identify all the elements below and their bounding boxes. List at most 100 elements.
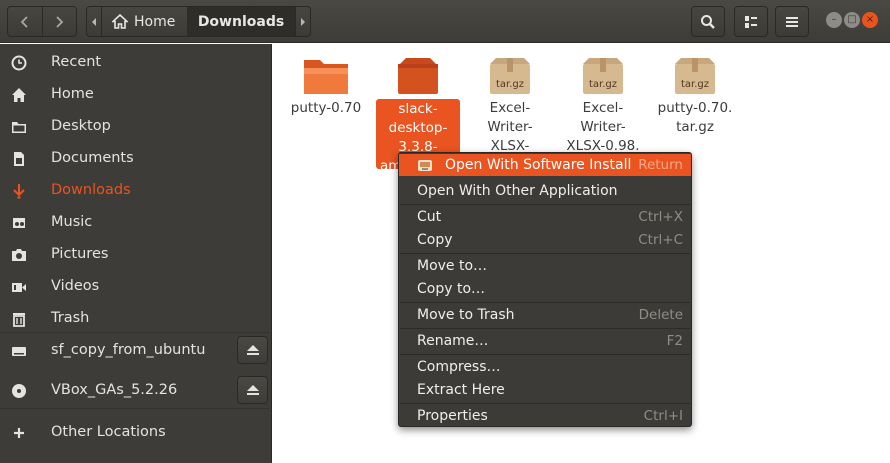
forward-button[interactable]	[41, 7, 77, 36]
drive-icon	[10, 342, 27, 359]
breadcrumb-home-label: Home	[134, 13, 176, 30]
file-name-line: tar.gz	[676, 119, 714, 135]
sidebar-item-label: Desktop	[51, 118, 111, 134]
sidebar-item-other-locations[interactable]: Other Locations	[0, 418, 272, 446]
sidebar-item-label: VBox_GAs_5.2.26	[51, 382, 178, 398]
archive-icon: tar.gz	[583, 58, 623, 94]
menu-item-copy[interactable]: Copy Ctrl+C	[399, 229, 691, 251]
sidebar-item-recent[interactable]: Recent	[0, 48, 272, 76]
menu-item-label: Move to Trash	[417, 307, 515, 323]
close-icon: ×	[865, 14, 875, 25]
context-menu: Open With Software Install Return Open W…	[398, 152, 692, 427]
menu-item-rename[interactable]: Rename… F2	[399, 330, 691, 352]
sidebar-item-videos[interactable]: Videos	[0, 272, 272, 300]
sidebar-item-label: sf_copy_from_ubuntu	[51, 342, 206, 358]
file-item[interactable]: putty-0.70	[280, 56, 372, 118]
minimize-icon: –	[831, 14, 837, 25]
menu-item-open-with-other[interactable]: Open With Other Application	[399, 180, 691, 202]
view-options-button[interactable]	[734, 6, 768, 37]
trash-icon	[10, 310, 27, 327]
minimize-button[interactable]: –	[826, 12, 842, 28]
sidebar-item-desktop[interactable]: Desktop	[0, 112, 272, 140]
menu-item-shortcut: Ctrl+X	[638, 209, 683, 225]
menu-separator	[400, 403, 690, 404]
menu-item-label: Rename…	[417, 333, 489, 349]
menu-item-move-to-trash[interactable]: Move to Trash Delete	[399, 304, 691, 326]
search-icon	[701, 14, 715, 29]
plus-icon	[10, 424, 27, 441]
folder-icon	[10, 118, 27, 135]
menu-item-shortcut: Ctrl+I	[643, 408, 683, 424]
file-item[interactable]: tar.gz Excel- Writer- XLSX-0.98.	[557, 56, 649, 156]
menu-item-label: Move to…	[417, 258, 488, 274]
sidebar-item-sf-copy[interactable]: sf_copy_from_ubuntu	[0, 336, 272, 364]
sidebar-item-label: Pictures	[51, 246, 109, 262]
document-icon	[10, 150, 27, 167]
triangle-left-icon	[92, 17, 96, 26]
svg-text:tar.gz: tar.gz	[681, 79, 709, 90]
eject-button[interactable]	[237, 336, 268, 364]
package-icon	[398, 58, 438, 94]
menu-item-cut[interactable]: Cut Ctrl+X	[399, 206, 691, 228]
menu-button[interactable]	[775, 6, 809, 37]
file-item[interactable]: tar.gz Excel- Writer- XLSX-	[464, 56, 556, 156]
path-bar: Home Downloads	[86, 6, 311, 37]
menu-item-properties[interactable]: Properties Ctrl+I	[399, 405, 691, 427]
sidebar-item-label: Videos	[51, 278, 100, 294]
home-icon	[10, 86, 27, 103]
sidebar-item-home[interactable]: Home	[0, 80, 272, 108]
folder-icon	[304, 60, 348, 94]
search-button[interactable]	[691, 6, 725, 37]
chevron-right-icon	[56, 15, 64, 28]
svg-text:tar.gz: tar.gz	[589, 79, 617, 90]
file-name-line: Writer-	[580, 119, 626, 135]
video-icon	[10, 278, 27, 295]
breadcrumb-downloads-label: Downloads	[197, 13, 285, 30]
menu-item-shortcut: Ctrl+C	[638, 232, 683, 248]
file-name-line: Excel-	[582, 100, 624, 116]
menu-item-label: Copy to…	[417, 281, 486, 297]
sidebar-item-music[interactable]: Music	[0, 208, 272, 236]
maximize-button[interactable]: □	[844, 12, 860, 28]
menu-item-copy-to[interactable]: Copy to…	[399, 278, 691, 300]
menu-item-label: Open With Other Application	[417, 183, 618, 199]
view-options-icon	[745, 15, 757, 28]
menu-item-extract-here[interactable]: Extract Here	[399, 379, 691, 401]
svg-text:tar.gz: tar.gz	[496, 79, 524, 90]
eject-button[interactable]	[237, 376, 268, 404]
nav-buttons	[7, 6, 77, 37]
menu-separator	[400, 253, 690, 254]
close-button[interactable]: ×	[862, 12, 878, 28]
path-scroll-right[interactable]	[295, 7, 310, 36]
sidebar-item-downloads[interactable]: Downloads	[0, 176, 272, 204]
eject-icon	[246, 345, 259, 355]
menu-item-shortcut: F2	[666, 333, 683, 349]
sidebar-item-label: Other Locations	[51, 424, 166, 440]
menu-separator	[400, 328, 690, 329]
maximize-icon: □	[847, 14, 857, 25]
breadcrumb-downloads[interactable]: Downloads	[187, 7, 295, 36]
menu-separator	[400, 204, 690, 205]
download-icon	[10, 182, 27, 199]
header-bar: Home Downloads – □ ×	[0, 0, 890, 43]
sidebar: Recent Home Desktop Documents Downloads …	[0, 44, 272, 463]
sidebar-item-pictures[interactable]: Pictures	[0, 240, 272, 268]
file-item[interactable]: tar.gz putty-0.70. tar.gz	[649, 56, 741, 137]
back-button[interactable]	[8, 7, 42, 36]
sidebar-item-label: Music	[51, 214, 93, 230]
archive-icon: tar.gz	[675, 58, 715, 94]
menu-item-shortcut: Return	[638, 157, 683, 173]
file-name-line: putty-0.70.	[657, 100, 733, 116]
file-name-line: slack-	[398, 101, 438, 117]
menu-item-move-to[interactable]: Move to…	[399, 255, 691, 277]
menu-item-open-with-software-install[interactable]: Open With Software Install Return	[399, 154, 691, 176]
menu-item-compress[interactable]: Compress…	[399, 356, 691, 378]
sidebar-item-label: Trash	[51, 310, 90, 326]
breadcrumb-home[interactable]: Home	[102, 7, 187, 36]
sidebar-item-label: Recent	[51, 54, 102, 70]
sidebar-item-vbox[interactable]: VBox_GAs_5.2.26	[0, 376, 272, 404]
sidebar-item-documents[interactable]: Documents	[0, 144, 272, 172]
path-scroll-left[interactable]	[87, 7, 102, 36]
chevron-left-icon	[20, 15, 28, 28]
sidebar-item-trash[interactable]: Trash	[0, 304, 272, 332]
